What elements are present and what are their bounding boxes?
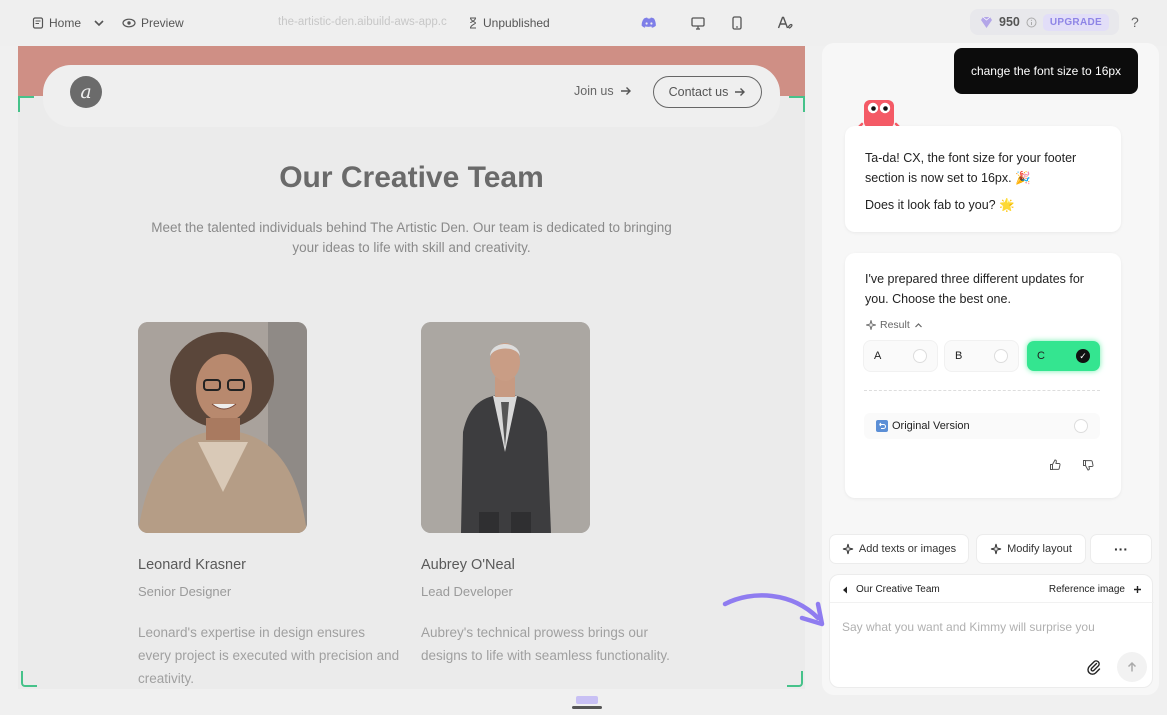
chip-label: Modify layout (1007, 543, 1072, 555)
reference-label: Reference image (1048, 584, 1125, 595)
prompt-input[interactable] (842, 620, 1132, 634)
plus-icon (1134, 586, 1141, 593)
member-role: Lead Developer (421, 584, 513, 599)
chevron-down-icon (94, 20, 104, 27)
member-bio: Aubrey's technical prowess brings our de… (421, 625, 670, 663)
option-label: A (874, 350, 882, 362)
result-label: Result (880, 319, 910, 331)
credits-count: 950 (999, 15, 1020, 29)
contact-us-button[interactable]: Contact us (653, 76, 762, 108)
site-url[interactable]: the-artistic-den.aibuild-aws-app.c (278, 16, 450, 28)
join-label: Join us (574, 84, 614, 98)
discord-icon[interactable] (640, 14, 658, 32)
upgrade-button[interactable]: UPGRADE (1042, 13, 1109, 31)
add-texts-images-button[interactable]: Add texts or images (829, 534, 969, 564)
hourglass-icon (470, 17, 477, 29)
pointer-arrow-icon (722, 593, 825, 627)
original-version-option[interactable]: Original Version (864, 413, 1100, 439)
sparkle-icon (842, 543, 854, 555)
context-label: Our Creative Team (856, 584, 940, 595)
status-label: Unpublished (483, 16, 550, 30)
check-icon: ✓ (1076, 349, 1090, 363)
paperclip-icon[interactable] (1086, 659, 1102, 675)
undo-icon (876, 420, 888, 432)
reply-text: Ta-da! CX, the font size for your footer… (865, 151, 1077, 185)
desktop-view-button[interactable] (689, 14, 707, 32)
site-header[interactable]: a Join us Contact us (43, 65, 780, 127)
home-label: Home (49, 16, 82, 30)
selection-corner (789, 96, 805, 112)
member-name: Leonard Krasner (138, 557, 247, 573)
original-label-wrap: Original Version (876, 420, 970, 432)
sparkle-icon (990, 543, 1002, 555)
mobile-icon (732, 16, 742, 30)
original-label: Original Version (892, 420, 970, 432)
send-button[interactable] (1117, 652, 1147, 682)
section-title: Our Creative Team (279, 161, 544, 194)
selection-corner (787, 671, 803, 687)
assistant-panel: change the font size to 16px Ta-da! CX, … (822, 43, 1159, 695)
credits-badge[interactable]: 950 UPGRADE (970, 9, 1119, 35)
resize-handle-icon[interactable] (572, 696, 602, 710)
radio-icon (994, 349, 1008, 363)
publish-status[interactable]: Unpublished (468, 16, 550, 30)
result-toggle[interactable]: Result (866, 319, 923, 331)
thumbs-down-icon[interactable] (1082, 459, 1094, 471)
context-selector[interactable]: Our Creative Team (842, 584, 940, 595)
prompt-composer: Our Creative Team Reference image (829, 574, 1154, 688)
modify-layout-button[interactable]: Modify layout (976, 534, 1086, 564)
arrow-up-icon (1127, 661, 1137, 672)
member-photo (138, 322, 307, 533)
site-logo[interactable]: a (70, 76, 102, 108)
font-style-button[interactable] (776, 14, 794, 32)
thumbs-up-icon[interactable] (1049, 459, 1061, 471)
caret-left-icon (843, 586, 847, 593)
join-us-link[interactable]: Join us (574, 84, 632, 98)
member-photo (421, 322, 590, 533)
radio-icon (1074, 419, 1088, 433)
site-canvas[interactable]: a Join us Contact us Our Creative Team M… (18, 46, 805, 689)
member-role: Senior Designer (138, 584, 232, 599)
reference-image-button[interactable]: Reference image (1049, 584, 1142, 595)
more-options-button[interactable]: ··· (1090, 534, 1152, 564)
chevron-up-icon (914, 322, 922, 327)
options-card: I've prepared three different updates fo… (845, 253, 1121, 498)
home-page-selector[interactable]: Home (32, 16, 106, 30)
option-label: C (1037, 350, 1045, 362)
eye-icon (122, 18, 136, 28)
font-style-icon (777, 16, 793, 29)
option-a[interactable]: A (864, 341, 937, 371)
arrow-right-icon (735, 88, 746, 96)
section-subtitle: Meet the talented individuals behind The… (151, 220, 672, 255)
member-bio: Leonard's expertise in design ensures ev… (138, 625, 400, 686)
options-intro: I've prepared three different updates fo… (865, 272, 1084, 306)
user-message: change the font size to 16px (954, 48, 1138, 94)
preview-button[interactable]: Preview (122, 16, 184, 30)
preview-label: Preview (141, 16, 184, 30)
selection-corner (21, 671, 37, 687)
page-icon (32, 17, 44, 29)
option-label: B (955, 350, 963, 362)
option-b[interactable]: B (945, 341, 1018, 371)
team-member-card[interactable]: Aubrey O'Neal Lead Developer Aubrey's te… (421, 322, 681, 667)
team-member-card[interactable]: Leonard Krasner Senior Designer Leonard'… (138, 322, 400, 689)
top-bar: Home Preview the-artistic-den.aibuild-aw… (0, 0, 1167, 46)
chip-label: Add texts or images (858, 543, 957, 555)
radio-icon (913, 349, 927, 363)
assistant-reply: Ta-da! CX, the font size for your footer… (845, 126, 1121, 232)
context-row: Our Creative Team Reference image (830, 575, 1154, 603)
sparkle-icon (866, 320, 876, 330)
gem-icon (981, 16, 992, 28)
mobile-view-button[interactable] (728, 14, 746, 32)
divider (864, 390, 1100, 391)
member-name: Aubrey O'Neal (421, 557, 515, 573)
contact-label: Contact us (668, 85, 729, 99)
arrow-right-icon (620, 87, 631, 95)
help-button[interactable]: ? (1131, 14, 1139, 30)
reply-question: Does it look fab to you? 🌟 (865, 198, 1015, 212)
info-icon[interactable] (1026, 17, 1037, 28)
desktop-icon (691, 16, 705, 30)
selection-corner (18, 96, 34, 112)
option-c[interactable]: C ✓ (1027, 341, 1100, 371)
